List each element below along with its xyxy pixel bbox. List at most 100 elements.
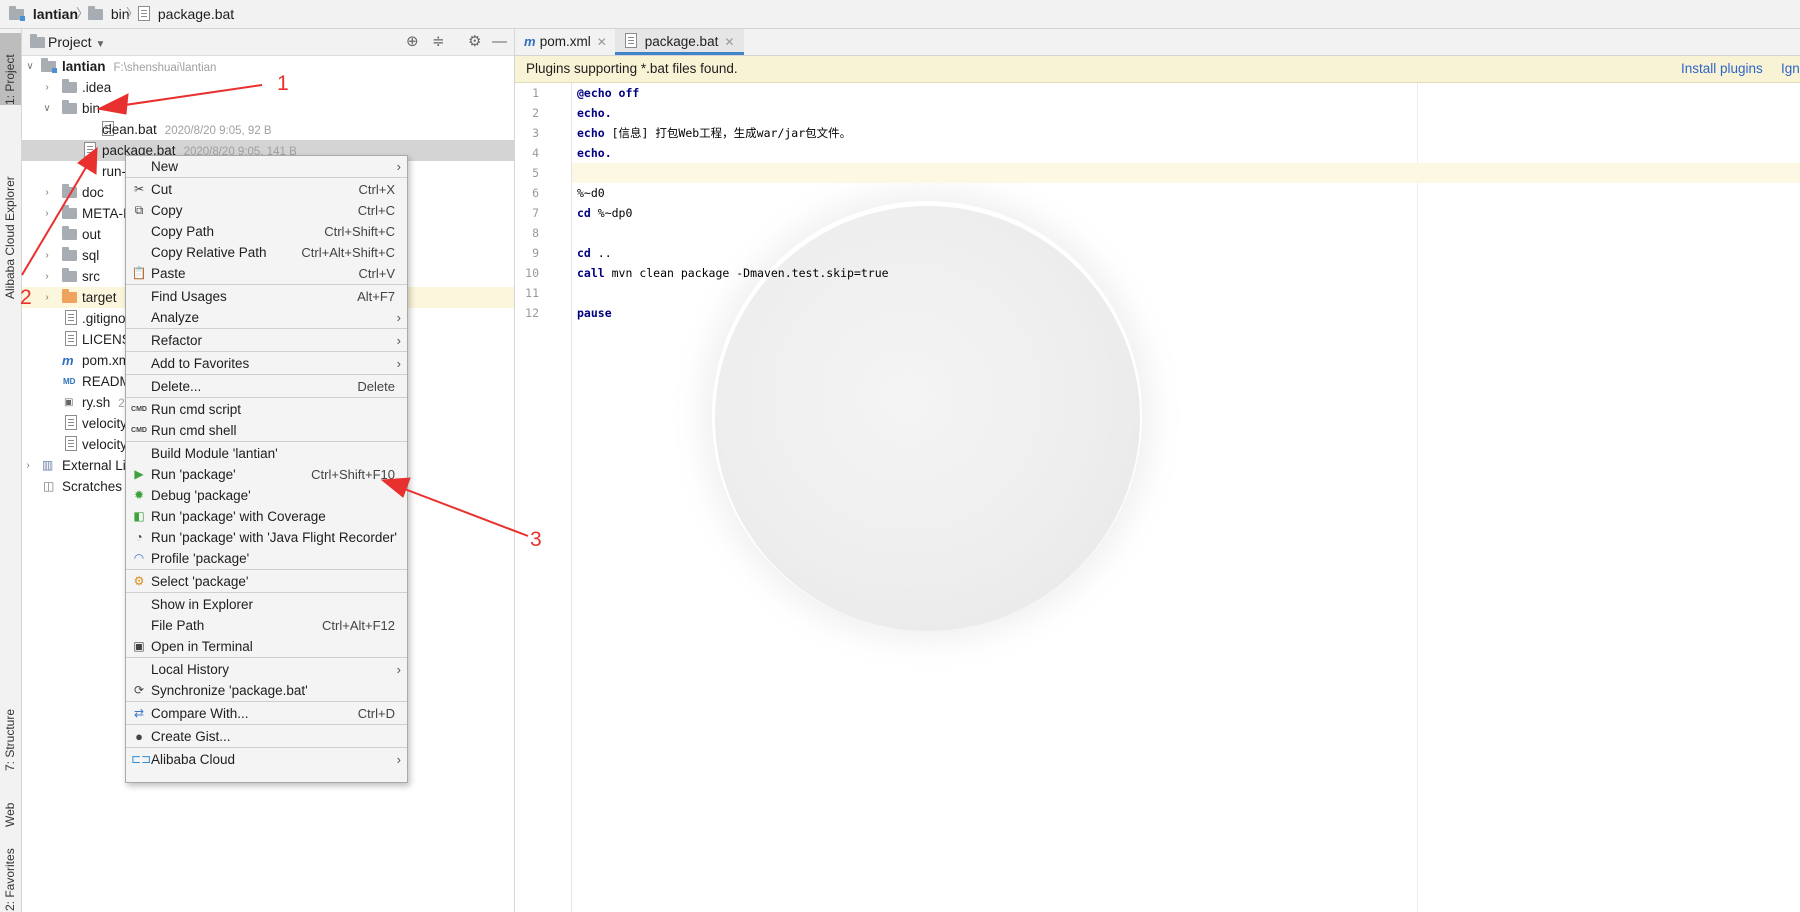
code-line: echo [信息] 打包Web工程，生成war/jar包文件。 [577, 126, 852, 140]
locate-icon[interactable]: ⊕ [406, 33, 419, 51]
module-folder-icon [41, 58, 57, 73]
tab-package-bat[interactable]: package.bat ✕ [615, 29, 745, 55]
gear-icon[interactable]: ⚙ [468, 33, 481, 51]
folder-icon [62, 205, 77, 219]
tab-pom-xml[interactable]: m pom.xml ✕ [524, 29, 607, 55]
menu-separator [126, 351, 407, 352]
cmd-icon: CMD [131, 406, 147, 413]
menu-separator [126, 177, 407, 178]
menu-separator [126, 747, 407, 748]
ignore-extension-link[interactable]: Ign [1781, 56, 1800, 82]
plugin-notification-bar: Plugins supporting *.bat files found. In… [515, 56, 1800, 83]
hide-icon[interactable]: — [492, 33, 507, 51]
markdown-icon: MD [63, 377, 76, 386]
paste-icon: 📋 [131, 266, 147, 280]
chevron-right-icon[interactable]: › [41, 287, 53, 308]
github-icon: ● [135, 729, 143, 744]
menu-item-run-cmd-script[interactable]: CMD Run cmd script [126, 399, 407, 420]
folder-icon [62, 226, 77, 240]
menu-item-create-gist[interactable]: ● Create Gist... [126, 726, 407, 747]
chevron-right-icon[interactable]: › [41, 245, 53, 266]
menu-item-copy-path[interactable]: Copy Path Ctrl+Shift+C [126, 221, 407, 242]
project-view-icon [30, 34, 45, 48]
menu-item-run-with-coverage[interactable]: ◧ Run 'package' with Coverage [126, 506, 407, 527]
chevron-right-icon[interactable]: › [41, 266, 53, 287]
navigation-bar: lantian 〉 bin 〉 package.bat [0, 0, 1800, 29]
menu-item-open-in-terminal[interactable]: ▣ Open in Terminal [126, 636, 407, 657]
breadcrumb-package-bat[interactable]: package.bat [138, 0, 234, 28]
install-plugins-link[interactable]: Install plugins [1681, 56, 1763, 82]
tool-tab-web[interactable]: Web [0, 777, 21, 827]
copy-icon: ⧉ [134, 203, 144, 217]
line-number-gutter: 1 2 3 4 5 6 7 8 9 10 11 12 [515, 83, 572, 912]
close-icon[interactable]: ✕ [597, 35, 607, 49]
tool-tab-project[interactable]: 1: Project [0, 33, 21, 105]
menu-item-refactor[interactable]: Refactor › [126, 330, 407, 351]
cut-icon: ✂ [133, 182, 145, 196]
menu-item-synchronize[interactable]: ⟳ Synchronize 'package.bat' [126, 680, 407, 701]
scratches-icon: ◫ [43, 479, 55, 493]
menu-item-run-package[interactable]: ▶ Run 'package' Ctrl+Shift+F10 [126, 464, 407, 485]
tree-item-lantian[interactable]: ∨ lantian F:\shenshuai\lantian [22, 56, 514, 77]
folder-icon [62, 184, 77, 198]
text-file-icon [65, 331, 77, 346]
menu-item-analyze[interactable]: Analyze › [126, 307, 407, 328]
folder-icon [62, 79, 77, 93]
chevron-down-icon[interactable]: ∨ [24, 56, 36, 77]
tree-item-bin[interactable]: ∨ bin [22, 98, 514, 119]
terminal-icon: ▣ [133, 639, 145, 653]
menu-item-local-history[interactable]: Local History › [126, 659, 407, 680]
menu-item-run-cmd-shell[interactable]: CMD Run cmd shell [126, 420, 407, 441]
sync-icon: ⟳ [133, 683, 145, 697]
maven-icon: m [524, 34, 536, 49]
menu-item-show-in-explorer[interactable]: Show in Explorer [126, 594, 407, 615]
menu-item-add-to-favorites[interactable]: Add to Favorites › [126, 353, 407, 374]
menu-item-delete[interactable]: Delete... Delete [126, 376, 407, 397]
project-view-selector[interactable]: Project ▼ [48, 29, 105, 58]
menu-item-select-package[interactable]: ⚙ Select 'package' [126, 571, 407, 592]
coverage-icon: ◧ [133, 509, 145, 523]
close-icon[interactable]: ✕ [724, 35, 734, 49]
chevron-right-icon[interactable]: › [41, 203, 53, 224]
chevron-down-icon[interactable]: ∨ [41, 98, 53, 119]
menu-item-profile-package[interactable]: ◠ Profile 'package' [126, 548, 407, 569]
project-panel-header: Project ▼ ⊕ ≑ ⚙ — [22, 29, 514, 56]
tool-tab-favorites[interactable]: 2: Favorites [0, 839, 21, 911]
bat-file-icon [84, 142, 96, 157]
tool-tab-alibaba-cloud-explorer[interactable]: Alibaba Cloud Explorer [0, 129, 21, 299]
menu-item-compare-with[interactable]: ⇄ Compare With... Ctrl+D [126, 703, 407, 724]
chevron-right-icon[interactable]: › [22, 455, 34, 476]
menu-separator [126, 657, 407, 658]
menu-separator [126, 569, 407, 570]
menu-item-new[interactable]: New › [126, 156, 407, 177]
breadcrumb-bin[interactable]: bin [88, 0, 130, 28]
menu-item-file-path[interactable]: File Path Ctrl+Alt+F12 [126, 615, 407, 636]
menu-item-debug-package[interactable]: ✹ Debug 'package' [126, 485, 407, 506]
maven-icon: m [62, 353, 74, 368]
menu-item-find-usages[interactable]: Find Usages Alt+F7 [126, 286, 407, 307]
code-line: call mvn clean package -Dmaven.test.skip… [577, 266, 889, 280]
menu-separator [126, 724, 407, 725]
menu-item-run-with-jfr[interactable]: ◔ Run 'package' with 'Java Flight Recorde… [126, 527, 407, 548]
context-menu: New › ✂ Cut Ctrl+X ⧉ Copy Ctrl+C Copy Path Ctr… [125, 155, 408, 783]
breadcrumb-lantian[interactable]: lantian [9, 0, 78, 28]
libraries-icon: ▥ [42, 458, 54, 472]
menu-separator [126, 374, 407, 375]
code-editor[interactable]: @echo off echo. echo [信息] 打包Web工程，生成war/… [572, 83, 1800, 912]
menu-item-copy-relative-path[interactable]: Copy Relative Path Ctrl+Alt+Shift+C [126, 242, 407, 263]
tool-tab-structure[interactable]: 7: Structure [0, 679, 21, 771]
tree-item-idea[interactable]: › .idea [22, 77, 514, 98]
menu-item-paste[interactable]: 📋 Paste Ctrl+V [126, 263, 407, 284]
menu-item-cut[interactable]: ✂ Cut Ctrl+X [126, 179, 407, 200]
menu-item-copy[interactable]: ⧉ Copy Ctrl+C [126, 200, 407, 221]
menu-item-alibaba-cloud[interactable]: ⊏⊐ Alibaba Cloud › [126, 749, 407, 770]
chevron-right-icon[interactable]: › [41, 182, 53, 203]
tree-item-clean-bat[interactable]: clean.bat 2020/8/20 9:05, 92 B [22, 119, 514, 140]
submenu-arrow-icon: › [396, 159, 401, 174]
collapse-all-icon[interactable]: ≑ [432, 33, 445, 51]
debug-icon: ✹ [133, 488, 145, 502]
bat-file-icon [138, 6, 150, 21]
menu-item-build-module[interactable]: Build Module 'lantian' [126, 443, 407, 464]
chevron-right-icon[interactable]: › [41, 77, 53, 98]
alibaba-cloud-icon: ⊏⊐ [131, 752, 152, 766]
